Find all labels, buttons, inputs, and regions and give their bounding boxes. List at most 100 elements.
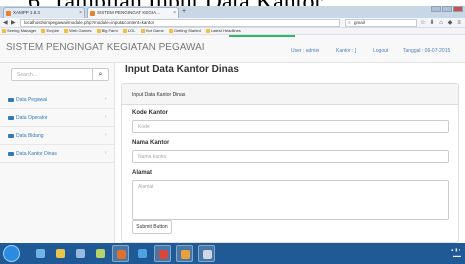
bookmark-icon	[122, 28, 127, 33]
alamat-textarea[interactable]	[132, 180, 449, 220]
bookmarks-bar: Seeing Manager Empire Web Games Big Farm…	[0, 28, 465, 35]
bookmark-item[interactable]: Seeing Manager	[2, 28, 36, 34]
browser-nav-bar: ◀ ▶ localhost/simpegawai/module.php?modu…	[0, 18, 465, 28]
bookmark-icon	[206, 28, 210, 33]
close-tab-icon[interactable]: ×	[173, 10, 176, 16]
sidebar-item-data-operator[interactable]: Data Operator ‹	[0, 109, 114, 127]
app-title: SISTEM PENGINGAT KEGIATAN PEGAWAI	[6, 42, 205, 53]
xampp-favicon-icon	[6, 10, 11, 16]
kode-kantor-input[interactable]	[132, 120, 449, 133]
user-link[interactable]: User : admin	[291, 48, 319, 54]
chevron-left-icon: ‹	[105, 150, 107, 156]
maximize-button[interactable]	[442, 6, 452, 12]
taskbar-app-button[interactable]	[92, 245, 109, 262]
taskbar-app-button[interactable]	[176, 245, 193, 262]
browser-tab-label: XAMPP 1.8.3	[13, 10, 40, 15]
browser-search-field[interactable]: ⌕ gmail	[345, 19, 417, 27]
sistem-favicon-icon	[90, 10, 95, 16]
sidebar-item-data-kantor-dinas[interactable]: Data Kantor Dinas ‹	[0, 145, 114, 163]
taskbar-app-button[interactable]	[32, 245, 49, 262]
sidebar-item-data-bidang[interactable]: Data Bidang ‹	[0, 127, 114, 145]
bookmark-icon	[96, 28, 101, 33]
form-panel: Input Data Kantor Dinas Kode Kantor Nama…	[121, 83, 459, 243]
paint-icon	[203, 250, 212, 259]
back-arrow-icon[interactable]: ◀	[3, 19, 8, 27]
sidebar-item-label: Data Kantor Dinas	[16, 151, 57, 157]
system-tray[interactable]: ▲ ▮ ◐ ▬▬	[450, 247, 461, 259]
windows-taskbar: ▲ ▮ ◐ ▬▬	[0, 243, 465, 264]
page-title: Input Data Kantor Dinas	[125, 64, 239, 75]
search-icon: ⌕	[98, 71, 103, 78]
taskbar-app-button[interactable]	[154, 245, 171, 262]
nama-kantor-input[interactable]	[132, 150, 449, 163]
forward-arrow-icon[interactable]: ▶	[11, 19, 16, 27]
active-indicator-strip	[229, 35, 295, 37]
new-tab-button[interactable]: +	[180, 8, 188, 17]
taskbar-app-button[interactable]	[112, 245, 129, 262]
taskbar-app-button[interactable]	[198, 245, 215, 262]
browser-tab-xampp[interactable]: XAMPP 1.8.3 ×	[3, 7, 85, 18]
taskbar-app-button[interactable]	[72, 245, 89, 262]
sidebar-item-data-pegawai[interactable]: Data Pegawai ‹	[0, 91, 114, 109]
sidebar-item-label: Data Operator	[16, 115, 48, 121]
browser-toolbar-icons: ☆ ⬇ ⌂ ◆ ≡	[420, 19, 462, 27]
window-controls	[430, 6, 463, 12]
chevron-left-icon: ‹	[105, 114, 107, 120]
close-window-button[interactable]	[453, 6, 463, 12]
home-icon[interactable]: ⌂	[438, 19, 444, 27]
bookmark-item[interactable]: Hot Game	[140, 28, 164, 34]
bookmark-item[interactable]: LOL	[122, 28, 135, 34]
dashboard-icon	[8, 98, 14, 102]
sidebar-item-label: Data Bidang	[16, 133, 44, 139]
panel-heading: Input Data Kantor Dinas	[122, 84, 458, 105]
shield-icon[interactable]: ◆	[447, 19, 453, 27]
logout-link[interactable]: Logout	[373, 48, 388, 54]
bookmark-item[interactable]: Big Farm	[96, 28, 118, 34]
sidebar-search: Search... ⌕	[11, 68, 109, 81]
download-icon[interactable]: ⬇	[429, 19, 435, 27]
kantor-link[interactable]: Kantor : ]	[336, 48, 356, 54]
chevron-left-icon: ‹	[105, 132, 107, 138]
alamat-label: Alamat	[132, 170, 153, 176]
bookmark-item[interactable]: Getting Started	[168, 28, 201, 34]
close-tab-icon[interactable]: ×	[79, 10, 82, 16]
dashboard-icon	[8, 134, 14, 138]
dashboard-icon	[8, 116, 14, 120]
bookmark-item[interactable]: Empire	[41, 28, 59, 34]
search-icon: ⌕	[348, 20, 351, 26]
opera-icon	[159, 250, 168, 259]
bookmark-icon	[2, 28, 6, 33]
app-header: SISTEM PENGINGAT KEGIATAN PEGAWAI User :…	[0, 35, 465, 63]
dashboard-icon	[8, 152, 14, 156]
browser-tab-label: SISTEM PENGINGAT KEGIA...	[97, 10, 160, 15]
bookmark-icon	[64, 28, 69, 33]
sidebar-item-label: Data Pegawai	[16, 97, 48, 103]
start-button[interactable]	[3, 245, 20, 262]
submit-button[interactable]: Submit Button	[132, 220, 172, 234]
taskbar-app-button[interactable]	[134, 245, 151, 262]
firefox-icon	[117, 250, 126, 259]
folder-icon	[56, 249, 65, 258]
tanggal-text: Tanggal : 06-07-2015	[403, 48, 451, 54]
media-icon	[76, 249, 85, 258]
app-icon	[96, 249, 105, 258]
taskbar-app-button[interactable]	[52, 245, 69, 262]
xampp-icon	[181, 250, 190, 259]
sidebar-search-input[interactable]: Search...	[17, 72, 37, 78]
minimize-button[interactable]	[431, 6, 441, 12]
star-icon[interactable]: ☆	[420, 19, 426, 27]
bookmark-icon	[41, 28, 46, 33]
bookmark-item[interactable]: Web Games	[64, 28, 91, 34]
browser-tab-sistem[interactable]: SISTEM PENGINGAT KEGIA... ×	[87, 7, 179, 18]
browser-search-value: gmail	[354, 20, 365, 25]
bookmark-icon	[168, 28, 173, 33]
url-field[interactable]: localhost/simpegawai/module.php?module=i…	[20, 19, 340, 27]
sidebar: Search... ⌕ Data Pegawai ‹ Data Operator…	[0, 63, 115, 243]
bookmark-item[interactable]: Latest Headlines	[206, 28, 241, 34]
kode-kantor-label: Kode Kantor	[132, 110, 168, 116]
chrome-icon	[138, 249, 147, 258]
bookmark-icon	[140, 28, 145, 33]
browser-tab-strip: XAMPP 1.8.3 × SISTEM PENGINGAT KEGIA... …	[0, 6, 465, 18]
menu-icon[interactable]: ≡	[456, 19, 462, 27]
sidebar-search-button[interactable]: ⌕	[92, 69, 108, 80]
